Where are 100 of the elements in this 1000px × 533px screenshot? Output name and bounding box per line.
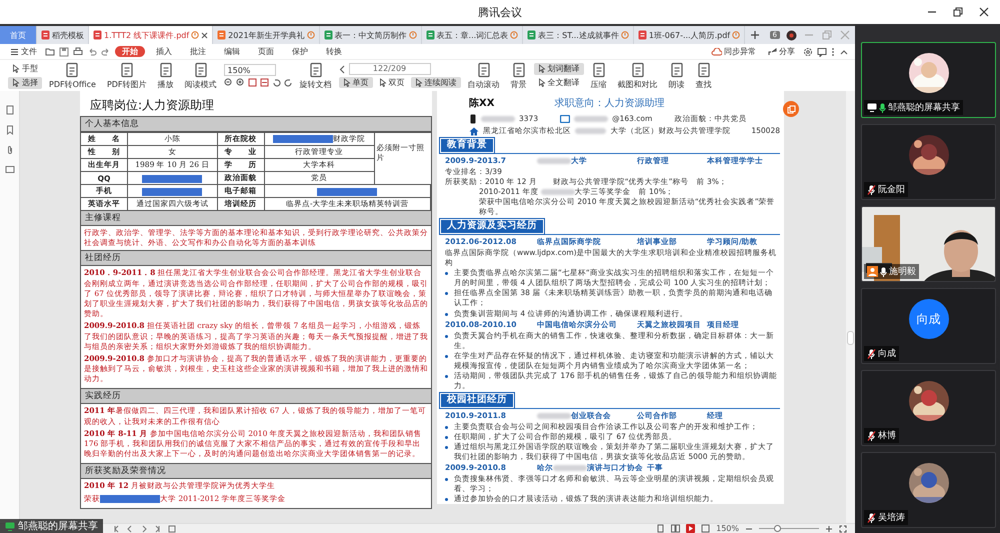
toolbar-button[interactable]: 阅读模式	[180, 61, 221, 90]
toolbar-button[interactable]: PDF转图片	[102, 61, 151, 90]
toolbar-button[interactable]: 压缩	[586, 61, 611, 90]
warning-icon	[510, 31, 518, 39]
file-menu[interactable]: 文件	[6, 46, 41, 57]
menu-tab[interactable]: 批注	[183, 46, 213, 57]
menu-tab[interactable]: 保护	[285, 46, 315, 57]
comment-icon[interactable]	[817, 46, 827, 56]
print-icon[interactable]	[73, 46, 83, 56]
blur-smudge	[574, 116, 608, 122]
toolbar-button[interactable]: 朗读	[664, 61, 689, 90]
document-icon[interactable]	[4, 105, 14, 115]
save-icon[interactable]	[59, 46, 69, 56]
document-icon	[510, 62, 527, 78]
document-icon	[118, 62, 135, 78]
warning-icon	[306, 31, 315, 39]
toolbar-button[interactable]: PDF转Office	[45, 61, 100, 90]
menu-tab[interactable]: 页面	[251, 46, 281, 57]
sync-button[interactable]: 同步异常	[707, 46, 760, 57]
close-icon[interactable]	[201, 32, 208, 38]
bullet-dot	[445, 272, 448, 276]
toolbar-button[interactable]: 查找	[692, 61, 716, 90]
previous-page-icon[interactable]	[126, 524, 134, 532]
bullet-dot	[445, 334, 448, 338]
restore-icon[interactable]	[952, 6, 964, 18]
document-icon[interactable]	[168, 524, 176, 532]
file-icon	[324, 30, 333, 40]
last-page-icon[interactable]	[154, 524, 162, 532]
bullet-dot	[445, 446, 448, 449]
two-page-icon[interactable]	[671, 524, 680, 533]
toolbar-button[interactable]: 播放	[154, 61, 178, 90]
page-number-field[interactable]: 122/209	[348, 63, 431, 75]
bullet-dot	[445, 426, 448, 429]
participant-tile[interactable]: 向成 向成	[861, 288, 996, 364]
section-header: 人力资源及实习经历	[441, 220, 543, 234]
rotate-left-icon[interactable]	[272, 78, 281, 87]
comment-icon[interactable]	[4, 165, 14, 175]
toolbar-button[interactable]: 划词翻译	[534, 62, 584, 74]
more-icon[interactable]	[831, 46, 835, 56]
play-icon[interactable]	[686, 524, 696, 533]
participant-tile[interactable]: 施明毅	[861, 206, 996, 282]
menu-tab[interactable]: 编辑	[217, 46, 247, 57]
menu-tab[interactable]: 转换	[319, 46, 349, 57]
participant-tile[interactable]: 林博	[861, 370, 996, 446]
toolbar-button[interactable]: 双页	[374, 77, 409, 88]
single-page-icon[interactable]	[656, 524, 666, 533]
fullscreen-icon[interactable]	[839, 524, 847, 532]
rotate-right-icon[interactable]	[284, 78, 293, 87]
tab[interactable]: 1.TTT2 线下课课件.pdf	[89, 26, 214, 44]
warning-icon	[191, 31, 200, 39]
menu-tab[interactable]: 插入	[149, 46, 179, 57]
blur-smudge	[553, 464, 587, 471]
cursor-icon	[342, 78, 351, 87]
redo-icon[interactable]	[101, 46, 111, 56]
toolbar-button[interactable]: 单页	[338, 77, 373, 88]
close-icon[interactable]	[978, 6, 990, 18]
zoom-out-icon[interactable]	[224, 78, 233, 87]
participant-name: 向成	[878, 348, 896, 360]
bookmark-icon[interactable]	[4, 125, 14, 135]
zoom-field[interactable]: 150%	[224, 64, 276, 76]
bullet-dot	[445, 498, 448, 501]
toolbar-button[interactable]: 手型	[8, 62, 42, 74]
fit-width-icon[interactable]	[260, 78, 269, 87]
zoom-level[interactable]: 150%	[716, 524, 739, 533]
share-button[interactable]: 分享	[764, 46, 799, 57]
file-icon	[41, 30, 50, 40]
avatar[interactable]	[786, 30, 797, 40]
participant-tile[interactable]: 吴培涛	[861, 452, 996, 528]
slider-thumb[interactable]	[774, 525, 781, 532]
first-page-icon[interactable]	[112, 524, 120, 532]
warning-icon	[408, 31, 417, 39]
toolbar-button[interactable]: 截图和对比	[614, 61, 662, 90]
folder-icon[interactable]	[45, 46, 55, 56]
candidate-name: 陈XX	[469, 97, 494, 110]
file-icon	[217, 30, 226, 40]
participant-tile[interactable]: 阮金阳	[861, 124, 996, 200]
toolbar-button[interactable]: 背景	[506, 61, 531, 90]
menu-tab[interactable]: 开始	[115, 46, 145, 57]
fit-page-icon[interactable]	[248, 78, 257, 87]
toolbar-button[interactable]: 选择	[8, 76, 42, 88]
blur-smudge	[537, 158, 571, 164]
zoom-in-icon[interactable]	[236, 78, 245, 87]
bullet-dot	[445, 292, 448, 296]
settings-icon[interactable]	[803, 46, 813, 56]
participant-tile[interactable]: 邹燕聪的屏幕共享	[861, 42, 996, 118]
zoom-in-icon[interactable]	[825, 524, 833, 532]
toolbar-button[interactable]: 旋转文档	[296, 61, 336, 90]
cursor-icon	[414, 78, 423, 87]
toolbar-button[interactable]: 全文翻译	[534, 76, 584, 88]
scrollbar[interactable]	[846, 91, 855, 523]
next-page-icon[interactable]	[140, 524, 148, 532]
undo-icon[interactable]	[87, 46, 97, 56]
floating-tool-button[interactable]	[783, 101, 799, 117]
toolbar-button[interactable]: 连续阅读	[410, 77, 461, 88]
file-icon	[638, 30, 647, 40]
redaction-bar	[317, 188, 378, 196]
document-icon	[158, 62, 174, 78]
toolbar-button[interactable]: 自动滚动	[464, 61, 504, 90]
fit-page-icon[interactable]	[701, 524, 710, 533]
previous-page-icon[interactable]	[338, 64, 345, 74]
